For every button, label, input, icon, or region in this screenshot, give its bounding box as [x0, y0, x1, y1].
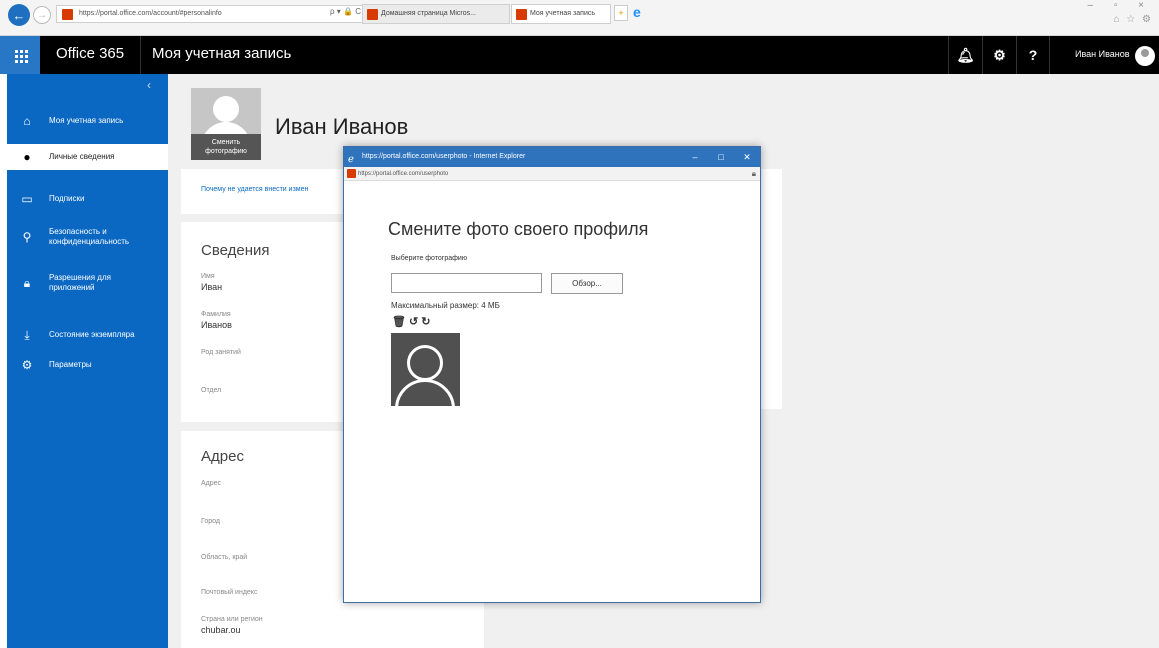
- address-tools[interactable]: ρ ▾ 🔒 C: [330, 7, 361, 16]
- trash-icon[interactable]: 🗑: [392, 315, 406, 328]
- forward-button[interactable]: →: [33, 6, 51, 24]
- office-favicon-icon: [62, 9, 73, 20]
- profile-name: Иван Иванов: [275, 114, 409, 139]
- app-title: Моя учетная запись: [152, 45, 292, 62]
- person-icon: ●: [23, 150, 31, 164]
- popup-address-bar[interactable]: https://portal.office.com/userphoto 🔒︎: [344, 167, 760, 181]
- tab-label: Домашняя страница Micros...: [381, 10, 476, 17]
- browser-tab-account[interactable]: Моя учетная запись: [511, 4, 611, 24]
- gear-icon[interactable]: ⚙: [982, 36, 1016, 74]
- sidebar: ‹ ⌂ Моя учетная запись ● Личные сведения…: [7, 74, 168, 648]
- browser-chrome: ← → https://portal.office.com/account/#p…: [0, 0, 1159, 36]
- help-icon[interactable]: ?: [1016, 36, 1050, 74]
- sidebar-item-label: Моя учетная запись: [49, 116, 124, 125]
- maximize-button[interactable]: □: [708, 147, 734, 167]
- sidebar-item-instance-status[interactable]: ⤓ Состояние экземпляра: [7, 322, 168, 348]
- address-url: https://portal.office.com/account/#perso…: [79, 10, 222, 17]
- why-cant-edit-link[interactable]: Почему не удается внести измен: [201, 186, 308, 193]
- field-label: Область, край: [201, 554, 248, 561]
- rotate-left-icon[interactable]: ↺: [409, 315, 418, 328]
- user-name[interactable]: Иван Иванов: [1075, 49, 1130, 59]
- change-photo-button[interactable]: Сменить фотографию: [191, 134, 261, 160]
- photo-popup-window: ℯ https://portal.office.com/userphoto - …: [343, 146, 761, 603]
- key-icon: ⚲: [22, 230, 32, 244]
- header-divider: [140, 36, 141, 74]
- photo-tools: 🗑 ↺ ↻: [392, 315, 430, 328]
- office-tab-icon: [516, 9, 527, 20]
- field-label: Отдел: [201, 387, 222, 394]
- gear-icon: ⚙: [21, 358, 33, 372]
- popup-window-title: https://portal.office.com/userphoto - In…: [362, 153, 526, 160]
- tab-label: Моя учетная запись: [530, 10, 595, 17]
- minimize-button[interactable]: –: [682, 147, 708, 167]
- sidebar-item-label: Личные сведения: [49, 152, 115, 161]
- field-label: Страна или регион: [201, 616, 263, 623]
- popup-heading: Смените фото своего профиля: [388, 219, 649, 239]
- sidebar-item-security[interactable]: ⚲ Безопасность и конфиденциальность: [7, 222, 168, 252]
- popup-url: https://portal.office.com/userphoto: [358, 171, 449, 177]
- o365-header: Office 365 Моя учетная запись 🔔︎ ⚙ ? Ива…: [0, 36, 1159, 74]
- favorites-icons[interactable]: ⌂ ☆ ⚙: [1113, 14, 1153, 25]
- rotate-right-icon[interactable]: ↻: [421, 315, 430, 328]
- sidebar-item-personal-info[interactable]: ● Личные сведения: [7, 144, 168, 170]
- popup-window-controls: – □ ✕: [682, 147, 760, 167]
- field-label: Имя: [201, 273, 215, 280]
- sidebar-item-settings[interactable]: ⚙ Параметры: [7, 352, 168, 378]
- address-card-title: Адрес: [201, 448, 244, 465]
- field-label: Почтовый индекс: [201, 589, 258, 596]
- field-value: chubar.ou: [201, 625, 241, 635]
- window-controls[interactable]: – ▫ ×: [1087, 0, 1153, 11]
- lock-icon: 🔒︎: [23, 276, 31, 290]
- popup-titlebar[interactable]: ℯ https://portal.office.com/userphoto - …: [344, 147, 760, 167]
- close-button[interactable]: ✕: [734, 147, 760, 167]
- file-path-input[interactable]: [391, 273, 542, 293]
- avatar[interactable]: [1135, 46, 1155, 66]
- sidebar-item-label: Безопасность и конфиденциальность: [49, 227, 130, 246]
- field-value: Иван: [201, 282, 223, 292]
- field-label: Род занятий: [201, 349, 241, 356]
- field-label: Город: [201, 518, 220, 525]
- choose-photo-label: Выберите фотографию: [391, 255, 468, 262]
- collapse-sidebar-button[interactable]: ‹: [147, 78, 151, 92]
- photo-preview: [391, 333, 460, 406]
- bell-icon[interactable]: 🔔︎: [948, 36, 982, 74]
- sidebar-item-app-permissions[interactable]: 🔒︎ Разрешения для приложений: [7, 268, 168, 298]
- browse-button[interactable]: Обзор...: [551, 273, 623, 294]
- ie-icon[interactable]: e: [633, 4, 641, 20]
- office-tab-icon: [367, 9, 378, 20]
- app-launcher-icon[interactable]: [0, 36, 40, 74]
- card-icon: ▭: [21, 192, 33, 206]
- lock-icon: 🔒︎: [751, 169, 756, 178]
- sidebar-item-label: Состояние экземпляра: [49, 330, 135, 339]
- browser-tab-home[interactable]: Домашняя страница Micros...: [362, 4, 510, 24]
- back-button[interactable]: ←: [8, 4, 30, 26]
- field-value: Иванов: [201, 320, 232, 330]
- sidebar-item-label: Подписки: [49, 194, 85, 203]
- max-size-note: Максимальный размер: 4 МБ: [391, 301, 500, 310]
- home-icon: ⌂: [23, 114, 31, 128]
- field-label: Фамилия: [201, 311, 231, 318]
- info-card-title: Сведения: [201, 242, 270, 259]
- sidebar-item-label: Разрешения для приложений: [49, 273, 111, 292]
- sidebar-item-subscriptions[interactable]: ▭ Подписки: [7, 186, 168, 212]
- sidebar-item-label: Параметры: [49, 360, 92, 369]
- office-favicon-icon: [347, 169, 356, 178]
- download-icon: ⤓: [24, 328, 30, 342]
- sidebar-item-account[interactable]: ⌂ Моя учетная запись: [7, 108, 168, 134]
- field-label: Адрес: [201, 480, 222, 487]
- new-tab-button[interactable]: +: [614, 5, 628, 21]
- brand-name[interactable]: Office 365: [56, 45, 124, 62]
